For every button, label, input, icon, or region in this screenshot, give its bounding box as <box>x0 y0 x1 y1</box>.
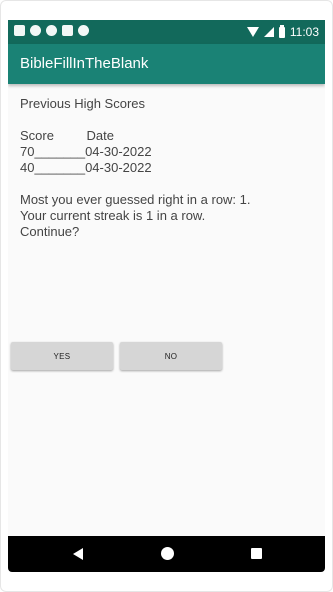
battery-icon <box>278 24 285 38</box>
score-table-header: Score Date <box>20 128 114 143</box>
record-icon <box>78 25 89 36</box>
recents-icon[interactable] <box>251 548 262 559</box>
no-button[interactable]: NO <box>120 342 222 370</box>
status-time: 11:03 <box>289 25 319 39</box>
app-bar: BibleFillInTheBlank <box>8 44 325 84</box>
status-left-icons <box>14 25 89 36</box>
shield-icon <box>46 25 57 36</box>
app-title: BibleFillInTheBlank <box>20 55 149 72</box>
page-heading: Previous High Scores <box>20 96 145 111</box>
screen: 11:03 BibleFillInTheBlank Previous High … <box>8 20 325 536</box>
main-content: Previous High Scores Score Date 70______… <box>20 96 315 240</box>
score-row: 70_______04-30-2022 <box>20 144 152 159</box>
play-protect-icon <box>30 25 41 36</box>
streak-message: Most you ever guessed right in a row: 1.… <box>20 192 251 239</box>
score-row: 40_______04-30-2022 <box>20 160 152 175</box>
cell-signal-icon <box>263 27 274 37</box>
wifi-icon <box>246 27 259 37</box>
sd-card-icon <box>62 25 73 36</box>
back-icon[interactable] <box>73 548 83 560</box>
navigation-bar <box>8 536 325 572</box>
status-right-icons: 11:03 <box>246 24 319 40</box>
yes-button[interactable]: YES <box>11 342 113 370</box>
notification-a-icon <box>14 25 25 36</box>
home-icon[interactable] <box>161 547 174 560</box>
status-bar: 11:03 <box>8 20 325 44</box>
